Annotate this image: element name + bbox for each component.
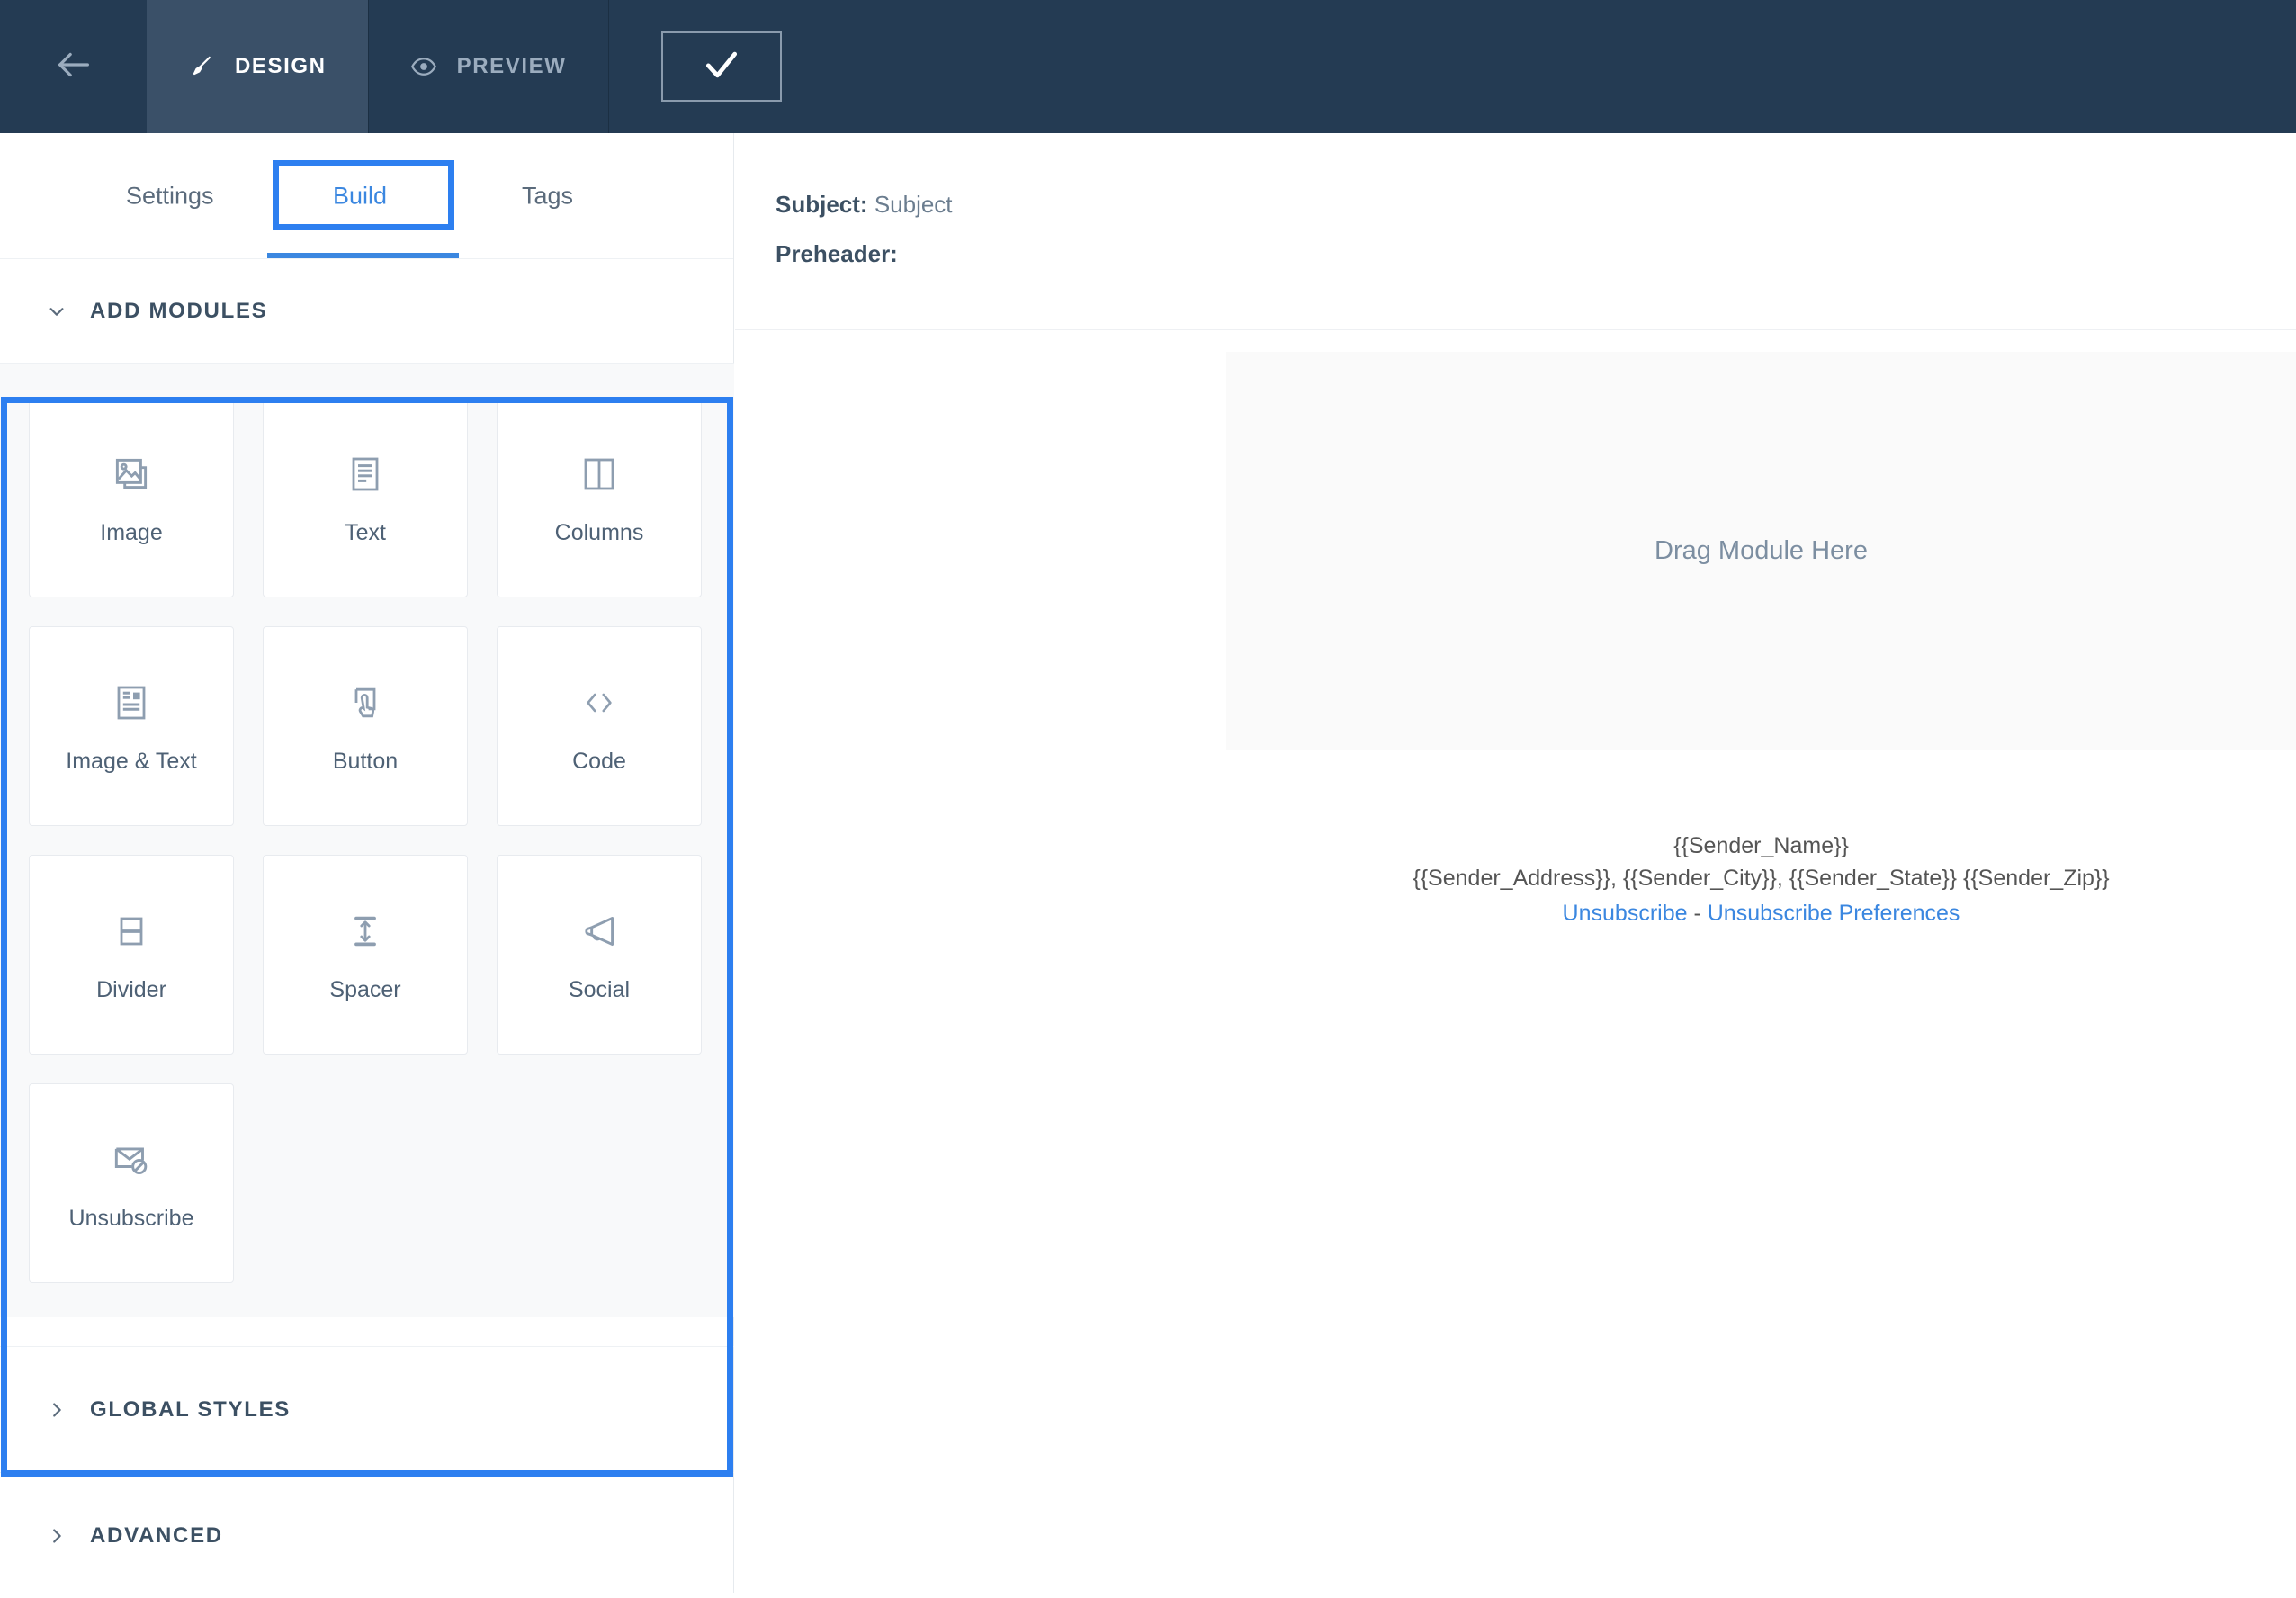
topbar-tab-design-label: DESIGN <box>235 54 327 78</box>
module-tile-image-text[interactable]: Image & Text <box>29 626 234 826</box>
module-tile-unsubscribe[interactable]: Unsubscribe <box>29 1083 234 1283</box>
module-tile-code-label: Code <box>572 748 626 774</box>
back-button[interactable] <box>0 0 147 133</box>
module-tile-columns-label: Columns <box>554 519 644 545</box>
footer-links: Unsubscribe - Unsubscribe Preferences <box>1226 898 2296 930</box>
image-text-icon <box>107 678 156 727</box>
advanced-label: ADVANCED <box>90 1522 223 1548</box>
module-tile-columns[interactable]: Columns <box>497 398 702 597</box>
sidebar-tab-settings[interactable]: Settings <box>126 182 214 210</box>
module-tile-grid: Image Text Columns Image & Text Button C… <box>0 398 734 1283</box>
divider-icon <box>107 907 156 956</box>
chevron-right-icon <box>47 1526 67 1546</box>
footer-link-separator: - <box>1693 901 1701 926</box>
brush-icon <box>188 53 215 80</box>
module-tile-image-text-label: Image & Text <box>66 748 197 774</box>
module-tile-social-label: Social <box>568 976 631 1002</box>
module-tile-text-label: Text <box>345 519 386 545</box>
spacer-arrows-icon <box>341 907 390 956</box>
module-tile-spacer[interactable]: Spacer <box>263 855 468 1055</box>
module-tile-button[interactable]: Button <box>263 626 468 826</box>
module-tile-code[interactable]: Code <box>497 626 702 826</box>
arrow-left-icon <box>53 44 94 90</box>
code-brackets-icon <box>575 678 623 727</box>
megaphone-icon <box>575 907 623 956</box>
app-topbar: DESIGN PREVIEW <box>0 0 2296 133</box>
columns-icon <box>575 450 623 498</box>
topbar-tab-design[interactable]: DESIGN <box>147 0 368 133</box>
text-document-icon <box>341 450 390 498</box>
button-pointer-icon <box>341 678 390 727</box>
advanced-section[interactable]: ADVANCED <box>0 1472 734 1598</box>
email-footer: {{Sender_Name}} {{Sender_Address}}, {{Se… <box>1226 830 2296 930</box>
global-styles-header[interactable]: GLOBAL STYLES <box>0 1397 291 1423</box>
eye-icon <box>410 53 437 80</box>
module-tile-image[interactable]: Image <box>29 398 234 597</box>
topbar-actions <box>609 0 2296 133</box>
main-editor-pane: Subject: Subject Preheader: Drag Module … <box>735 133 2296 1593</box>
sidebar-tab-build[interactable]: Build <box>333 182 387 210</box>
module-tiles-container: Image Text Columns Image & Text Button C… <box>0 363 734 1317</box>
module-tile-button-label: Button <box>332 748 399 774</box>
module-dropzone[interactable]: Drag Module Here <box>1226 352 2296 750</box>
add-modules-header[interactable]: ADD MODULES <box>0 259 734 363</box>
global-styles-label: GLOBAL STYLES <box>90 1396 291 1422</box>
module-tile-divider[interactable]: Divider <box>29 855 234 1055</box>
subject-value[interactable]: Subject <box>874 191 953 218</box>
add-modules-label: ADD MODULES <box>90 298 268 323</box>
topbar-tab-preview[interactable]: PREVIEW <box>369 0 608 133</box>
add-modules-section: ADD MODULES Image Text Columns Image & T… <box>0 259 734 1317</box>
preheader-row[interactable]: Preheader: <box>776 240 2296 268</box>
preheader-label: Preheader: <box>776 240 898 267</box>
unsubscribe-link[interactable]: Unsubscribe <box>1563 901 1688 926</box>
confirm-button[interactable] <box>660 31 782 102</box>
advanced-header[interactable]: ADVANCED <box>0 1523 223 1549</box>
global-styles-section[interactable]: GLOBAL STYLES <box>0 1346 734 1472</box>
subject-label: Subject: <box>776 191 868 218</box>
sidebar-tab-tags[interactable]: Tags <box>522 182 573 210</box>
chevron-down-icon <box>47 301 67 321</box>
module-tile-image-label: Image <box>100 519 163 545</box>
unsubscribe-preferences-link[interactable]: Unsubscribe Preferences <box>1708 901 1960 926</box>
module-dropzone-label: Drag Module Here <box>1655 536 1868 565</box>
sidebar-tabstrip: Settings Build Tags <box>0 133 733 259</box>
envelope-block-icon <box>107 1136 156 1184</box>
module-tile-text[interactable]: Text <box>263 398 468 597</box>
subject-row[interactable]: Subject: Subject <box>776 191 2296 219</box>
footer-sender-address: {{Sender_Address}}, {{Sender_City}}, {{S… <box>1413 865 2110 891</box>
topbar-tab-preview-label: PREVIEW <box>456 54 567 78</box>
email-canvas: Drag Module Here {{Sender_Name}} {{Sende… <box>735 330 2296 1592</box>
module-tile-spacer-label: Spacer <box>329 976 401 1002</box>
footer-sender-name: {{Sender_Name}} <box>1673 833 1849 858</box>
email-meta-header: Subject: Subject Preheader: <box>735 133 2296 330</box>
active-tab-underline <box>267 253 459 258</box>
chevron-right-icon <box>47 1400 67 1420</box>
check-icon <box>702 45 741 89</box>
module-tile-divider-label: Divider <box>96 976 166 1002</box>
image-icon <box>107 450 156 498</box>
module-tile-unsubscribe-label: Unsubscribe <box>68 1205 194 1231</box>
left-sidebar: Settings Build Tags ADD MODULES Image Te… <box>0 133 734 1593</box>
module-tile-social[interactable]: Social <box>497 855 702 1055</box>
